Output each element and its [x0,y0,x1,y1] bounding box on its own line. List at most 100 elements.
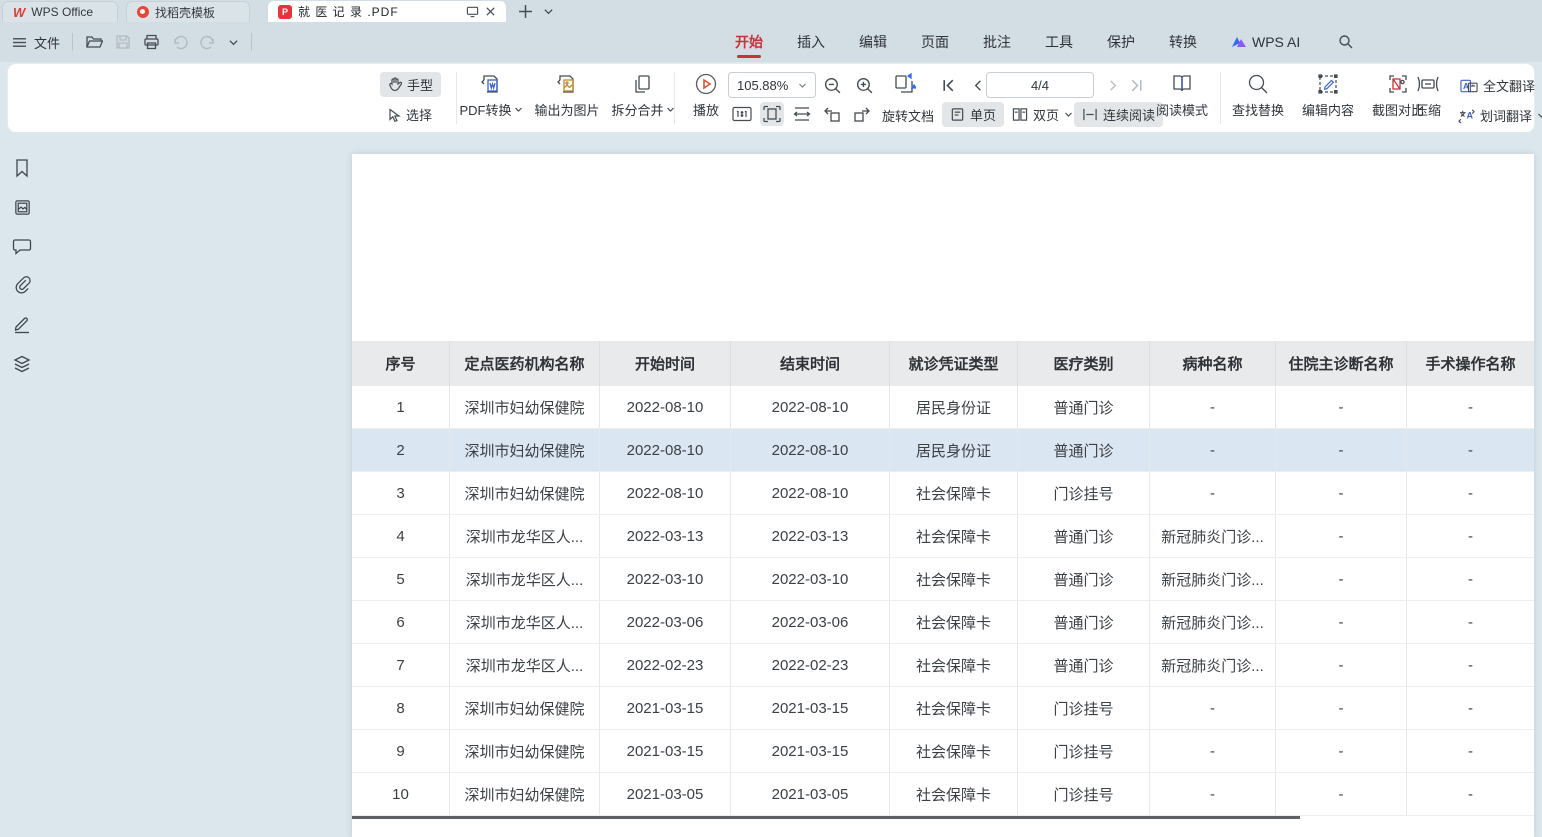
table-cell: 9 [352,730,450,772]
table-cell: - [1407,644,1534,686]
zoom-level-select[interactable]: 105.88% [728,72,816,98]
pdf-file-icon: P [278,5,292,19]
table-cell: - [1276,558,1407,600]
wps-ai-button[interactable]: WPS AI [1231,34,1300,50]
read-mode-button[interactable]: 阅读模式 [1150,72,1214,119]
single-page-button[interactable]: 单页 [942,102,1004,127]
export-image-button[interactable]: 输出为图片 [528,72,606,119]
ribbon-tab-tools[interactable]: 工具 [1045,22,1073,62]
word-translate-icon: A [1458,107,1475,124]
table-cell: - [1407,601,1534,643]
table-cell: 深圳市龙华区人... [450,644,600,686]
comment-icon[interactable] [12,237,32,255]
table-cell: 2022-03-06 [731,601,890,643]
table-cell: 普通门诊 [1018,429,1150,471]
tab-document-pdf[interactable]: P 就 医 记 录 .PDF [268,1,506,22]
redo-icon[interactable] [200,35,216,50]
tab-wps-office[interactable]: W WPS Office [2,1,118,22]
split-merge-button[interactable]: 拆分合并 [608,72,678,119]
tab-list-chevron-icon[interactable] [543,6,554,17]
table-header-cell: 开始时间 [600,341,731,386]
last-page-button[interactable] [1124,73,1148,97]
play-button[interactable]: 播放 [684,72,728,119]
new-tab-icon[interactable] [518,4,533,19]
layers-icon[interactable] [12,354,32,374]
ribbon-tab-edit[interactable]: 编辑 [859,22,887,62]
qat-chevron-icon[interactable] [228,37,239,48]
rotate-doc-label[interactable]: 旋转文档 [882,106,934,125]
hand-icon [388,77,402,92]
find-replace-button[interactable]: 查找替换 [1226,72,1290,119]
monitor-icon[interactable] [466,5,479,18]
svg-text:A: A [1467,110,1474,120]
word-translate-label: 划词翻译 [1480,106,1532,125]
table-cell: 2 [352,429,450,471]
zoom-in-button[interactable] [852,73,876,97]
table-cell: 社会保障卡 [890,558,1018,600]
ribbon-tab-protect[interactable]: 保护 [1107,22,1135,62]
table-cell: 门诊挂号 [1018,773,1150,815]
wps-logo-icon: W [13,5,25,20]
table-cell: 2022-08-10 [600,386,731,428]
first-page-button[interactable] [936,73,960,97]
tab-label: 就 医 记 录 .PDF [298,3,399,20]
signature-icon[interactable] [12,314,32,334]
edit-content-button[interactable]: 编辑内容 [1296,72,1360,119]
table-cell: 3 [352,472,450,514]
document-viewport[interactable]: 序号定点医药机构名称开始时间结束时间就诊凭证类型医疗类别病种名称住院主诊断名称手… [44,132,1542,837]
ribbon-tab-annotate[interactable]: 批注 [983,22,1011,62]
save-icon[interactable] [115,34,131,50]
bookmark-icon[interactable] [13,158,31,178]
table-header-cell: 定点医药机构名称 [450,341,600,386]
page-indicator-value: 4/4 [1031,78,1049,93]
ribbon-tab-insert[interactable]: 插入 [797,22,825,62]
tab-docer-templates[interactable]: 找稻壳模板 [126,1,250,22]
ribbon-tab-page[interactable]: 页面 [921,22,949,62]
search-icon [1246,72,1270,96]
table-cell: 门诊挂号 [1018,687,1150,729]
ribbon-tab-convert[interactable]: 转换 [1169,22,1197,62]
menubar-search-icon[interactable] [1338,34,1354,50]
actual-size-button[interactable] [730,102,754,126]
print-icon[interactable] [143,34,160,50]
file-menu-button[interactable]: 文件 [12,33,60,52]
fit-width-button[interactable] [790,102,814,126]
ribbon-tab-home[interactable]: 开始 [735,22,763,62]
table-cell: 门诊挂号 [1018,472,1150,514]
table-cell: 2022-02-23 [731,644,890,686]
table-cell: 普通门诊 [1018,601,1150,643]
compress-button[interactable]: 压缩 [1406,72,1450,119]
attachment-icon[interactable] [13,275,32,294]
pdf-convert-button[interactable]: PDF转换 [458,72,524,119]
double-page-label: 双页 [1033,105,1059,124]
table-cell: - [1276,687,1407,729]
zoom-out-button[interactable] [820,73,844,97]
open-file-icon[interactable] [85,34,103,50]
word-translate-button[interactable]: A 划词翻译 [1458,106,1542,125]
book-icon [1170,72,1194,96]
table-cell: - [1407,558,1534,600]
side-panel-rail [0,132,44,837]
undo-icon[interactable] [172,35,188,50]
read-mode-label: 阅读模式 [1156,100,1208,119]
export-image-icon [555,72,579,96]
fit-page-button[interactable] [760,102,784,126]
rotate-right-button[interactable] [850,102,874,126]
table-cell: 普通门诊 [1018,386,1150,428]
select-tool-button[interactable]: 选择 [380,102,440,127]
table-body: 1深圳市妇幼保健院2022-08-102022-08-10居民身份证普通门诊--… [352,386,1534,816]
wps-ai-label: WPS AI [1252,34,1300,50]
page-indicator-input[interactable]: 4/4 [986,72,1094,98]
table-row: 10深圳市妇幼保健院2021-03-052021-03-05社会保障卡门诊挂号-… [352,773,1534,816]
table-cell: 社会保障卡 [890,515,1018,557]
full-translate-button[interactable]: A 全文翻译 [1460,76,1535,95]
close-icon[interactable] [485,6,496,17]
double-page-button[interactable]: 双页 [1004,102,1081,127]
table-cell: 社会保障卡 [890,601,1018,643]
table-cell: 社会保障卡 [890,472,1018,514]
thumbnail-icon[interactable] [13,198,32,217]
rotate-pages-icon[interactable] [892,72,916,96]
next-page-button[interactable] [1100,73,1124,97]
rotate-left-button[interactable] [820,102,844,126]
hand-tool-button[interactable]: 手型 [380,72,441,97]
